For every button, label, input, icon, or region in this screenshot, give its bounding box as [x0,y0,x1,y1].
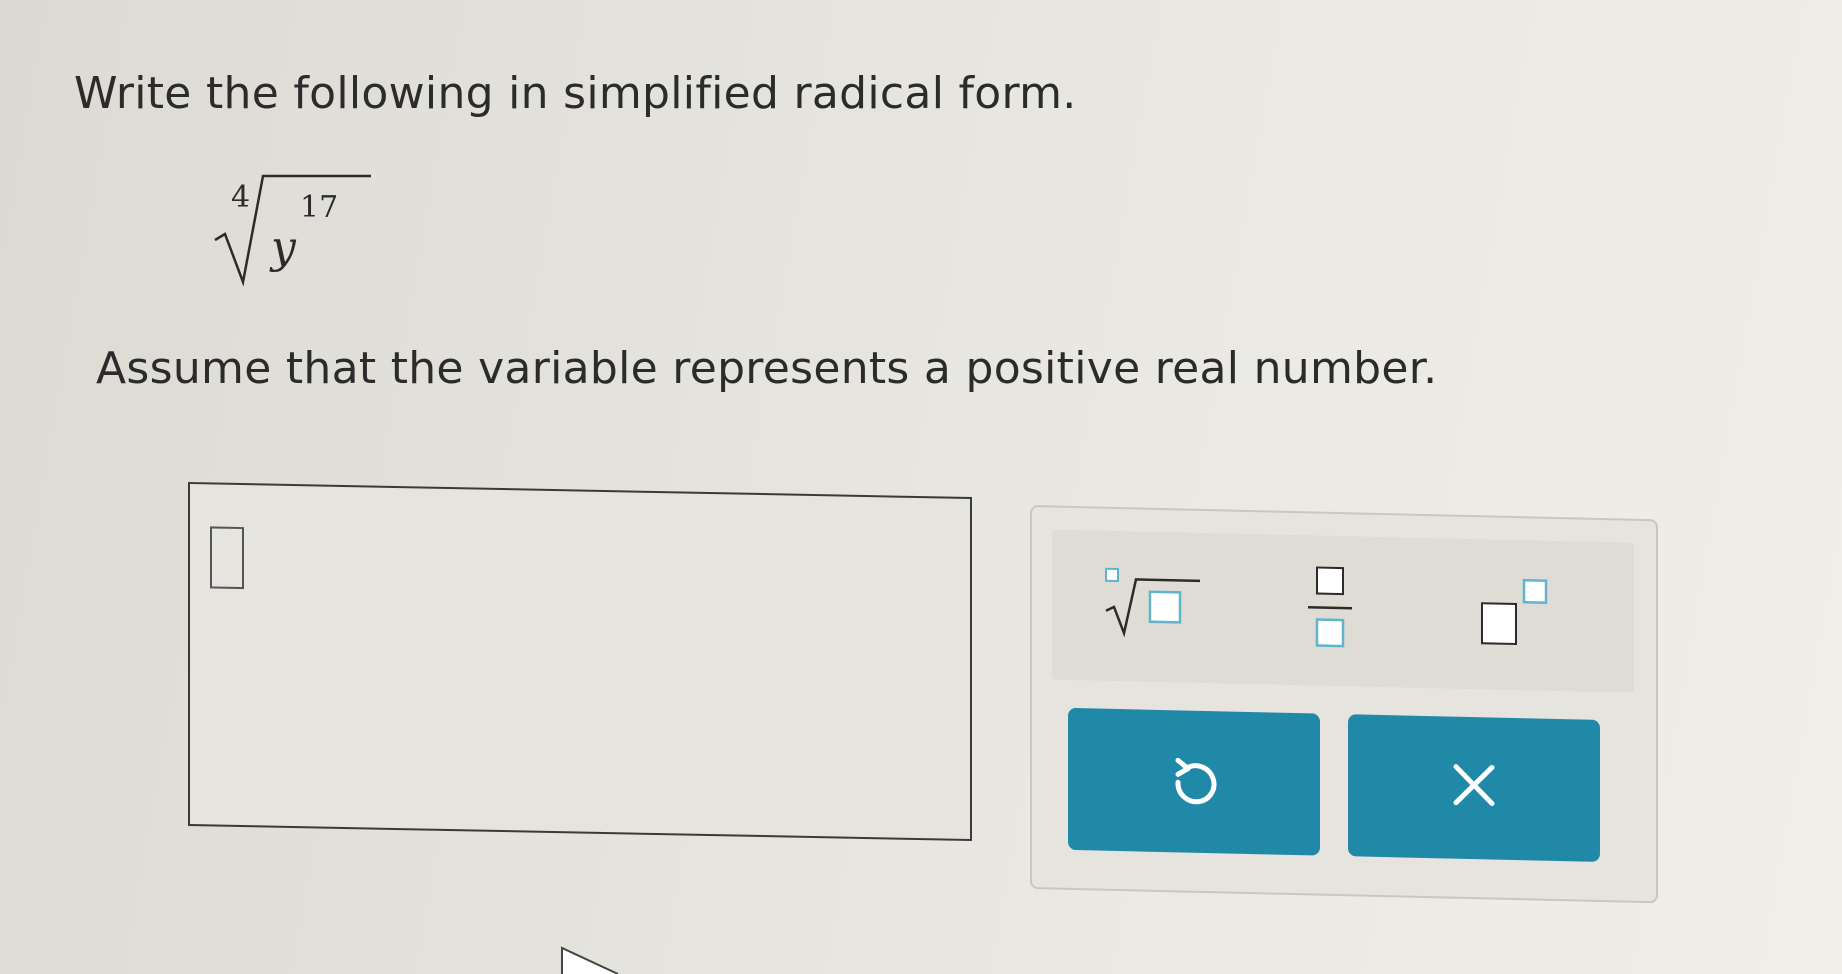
clear-button[interactable] [1348,714,1600,862]
palette-tool-row [1052,529,1634,693]
radicand-exponent: 17 [300,190,339,225]
fraction-button[interactable] [1272,562,1392,655]
undo-icon [1175,757,1217,805]
question-prompt: Write the following in simplified radica… [74,68,1077,119]
radical-index: 4 [231,180,251,215]
exponent-icon [1481,578,1548,646]
mouse-pointer-icon [561,946,619,974]
clear-icon [1453,764,1495,806]
radicand-base: y [271,222,296,273]
math-palette [1030,505,1658,904]
answer-cursor-slot[interactable] [210,526,244,590]
exponent-button[interactable] [1462,567,1582,660]
answer-input[interactable] [188,482,972,842]
nth-root-button[interactable] [1092,558,1212,651]
assumption-text: Assume that the variable represents a po… [96,343,1438,394]
nth-root-icon [1105,567,1200,638]
undo-button[interactable] [1068,707,1320,856]
radical-expression: 4 y 17 [205,170,375,300]
fraction-icon [1308,566,1352,648]
